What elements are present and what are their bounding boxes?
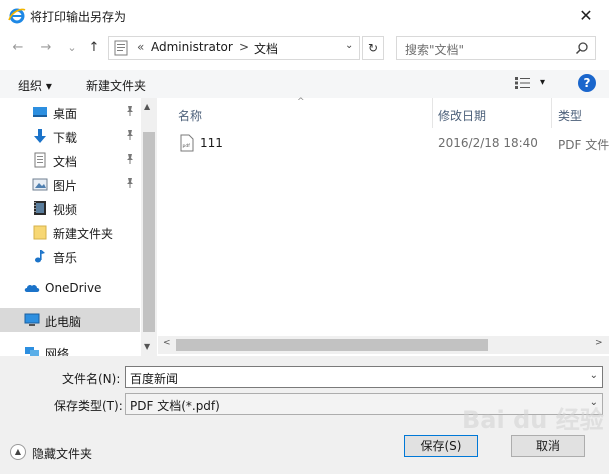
view-options-icon[interactable] <box>514 76 532 90</box>
sidebar-item-videos[interactable]: 视频 <box>0 196 140 220</box>
filename-dropdown[interactable]: ⌄ <box>590 370 598 381</box>
pin-icon[interactable] <box>124 177 136 189</box>
folder-icon <box>33 225 47 240</box>
sidebar-item-downloads[interactable]: 下载 <box>0 124 140 148</box>
breadcrumb-administrator[interactable]: Administrator <box>151 40 233 54</box>
cloud-icon <box>24 284 40 292</box>
view-dropdown[interactable]: ▾ <box>540 77 545 88</box>
column-type-label: 类型 <box>558 109 583 123</box>
collapse-icon: ▲ <box>10 444 26 460</box>
filetype-label: 保存类型(T): <box>54 399 123 413</box>
document-icon <box>34 152 46 168</box>
network-icon <box>25 347 39 356</box>
pin-icon[interactable] <box>124 105 136 117</box>
table-row[interactable]: pdf 111 2016/2/18 18:40 PDF 文件 <box>158 132 609 154</box>
command-bar: 组织 ▾ 新建文件夹 ▾ ? <box>0 70 609 98</box>
cancel-button[interactable]: 取消 <box>511 435 585 457</box>
sidebar-item-onedrive[interactable]: OneDrive <box>0 276 140 300</box>
filetype-value: PDF 文档(*.pdf) <box>130 399 220 413</box>
sidebar-item-network[interactable]: 网络 <box>0 340 140 356</box>
sidebar-item-this-pc[interactable]: 此电脑 <box>0 308 140 332</box>
file-date: 2016/2/18 18:40 <box>438 136 538 150</box>
internet-explorer-icon <box>8 8 26 24</box>
video-icon <box>34 201 46 215</box>
up-button[interactable]: ↑ <box>84 38 104 58</box>
sidebar-item-pictures[interactable]: 图片 <box>0 172 140 196</box>
svg-text:pdf: pdf <box>183 143 191 149</box>
sidebar-item-label: 下载 <box>53 131 78 145</box>
pdf-file-icon: pdf <box>180 134 194 152</box>
title-bar: 将打印输出另存为 ✕ <box>0 0 609 32</box>
recent-locations-button[interactable]: ⌄ <box>62 38 82 58</box>
search-input[interactable]: 搜索"文档" <box>396 36 596 60</box>
scroll-down-arrow[interactable]: ▼ <box>144 342 150 351</box>
window-title: 将打印输出另存为 <box>30 10 127 24</box>
sidebar-item-label: 网络 <box>45 347 70 356</box>
file-type: PDF 文件 <box>558 138 609 152</box>
new-folder-button[interactable]: 新建文件夹 <box>86 77 146 94</box>
document-location-icon <box>114 40 128 56</box>
sidebar-item-label: 图片 <box>53 179 78 193</box>
navigation-pane-scrollbar[interactable]: ▲ ▼ <box>141 98 157 356</box>
computer-icon <box>24 313 40 326</box>
scroll-left-arrow[interactable]: < <box>163 338 171 348</box>
pin-icon[interactable] <box>124 153 136 165</box>
column-header-name[interactable]: 名称 ^ <box>158 97 432 128</box>
sidebar-item-label: 新建文件夹 <box>53 227 114 241</box>
file-list-horizontal-scrollbar[interactable]: < > <box>158 336 609 354</box>
sidebar-item-music[interactable]: 音乐 <box>0 244 140 268</box>
scroll-thumb[interactable] <box>176 339 488 351</box>
sidebar-item-new-folder[interactable]: 新建文件夹 <box>0 220 140 244</box>
sidebar-item-label: 桌面 <box>53 107 78 121</box>
sidebar-item-documents[interactable]: 文档 <box>0 148 140 172</box>
sidebar-item-label: 视频 <box>53 203 78 217</box>
filename-value: 百度新闻 <box>130 372 179 386</box>
navigation-pane: 桌面 下载 文档 图片 视频 新建文件夹 音乐 OneDrive 此电脑 网络 <box>0 98 158 356</box>
forward-button[interactable]: → <box>36 38 56 58</box>
sidebar-item-label: 文档 <box>53 155 78 169</box>
save-button[interactable]: 保存(S) <box>404 435 478 457</box>
sidebar-item-desktop[interactable]: 桌面 <box>0 100 140 124</box>
hide-folders-label: 隐藏文件夹 <box>32 447 93 461</box>
column-date-label: 修改日期 <box>438 109 487 123</box>
sidebar-item-label: OneDrive <box>45 281 102 295</box>
file-list: 名称 ^ 修改日期 类型 pdf 111 2016/2/18 18:40 PDF… <box>158 97 609 338</box>
file-name: 111 <box>200 136 223 150</box>
scroll-up-arrow[interactable]: ▲ <box>144 102 150 111</box>
pin-icon[interactable] <box>124 129 136 141</box>
filename-input[interactable]: 百度新闻 ⌄ <box>125 366 603 388</box>
sidebar-item-label: 音乐 <box>53 251 78 265</box>
scroll-thumb[interactable] <box>143 132 155 332</box>
organize-menu[interactable]: 组织 ▾ <box>18 77 52 94</box>
picture-icon <box>32 178 48 191</box>
column-header-type[interactable]: 类型 <box>552 98 609 128</box>
address-dropdown[interactable]: ⌄ <box>345 40 353 51</box>
music-icon <box>35 250 45 263</box>
scroll-right-arrow[interactable]: > <box>595 338 603 348</box>
column-header-date[interactable]: 修改日期 <box>433 98 551 128</box>
breadcrumb-separator: > <box>239 40 250 54</box>
download-icon <box>34 129 46 143</box>
help-button[interactable]: ? <box>578 74 596 92</box>
desktop-icon <box>33 107 47 117</box>
filename-label: 文件名(N): <box>62 372 121 386</box>
close-button[interactable]: ✕ <box>572 4 600 28</box>
breadcrumb-documents[interactable]: 文档 <box>254 40 278 57</box>
back-button[interactable]: ← <box>8 38 28 58</box>
address-overflow-chevron[interactable]: « <box>137 40 144 54</box>
sort-ascending-icon: ^ <box>297 97 305 107</box>
watermark: Bai du 经验 <box>462 406 604 434</box>
search-placeholder: 搜索"文档" <box>405 43 465 57</box>
sidebar-item-label: 此电脑 <box>45 315 82 329</box>
refresh-button[interactable]: ↻ <box>362 36 384 60</box>
column-name-label: 名称 <box>178 109 203 123</box>
address-bar[interactable]: « Administrator > 文档 ⌄ <box>108 36 360 60</box>
search-icon[interactable] <box>575 41 589 55</box>
